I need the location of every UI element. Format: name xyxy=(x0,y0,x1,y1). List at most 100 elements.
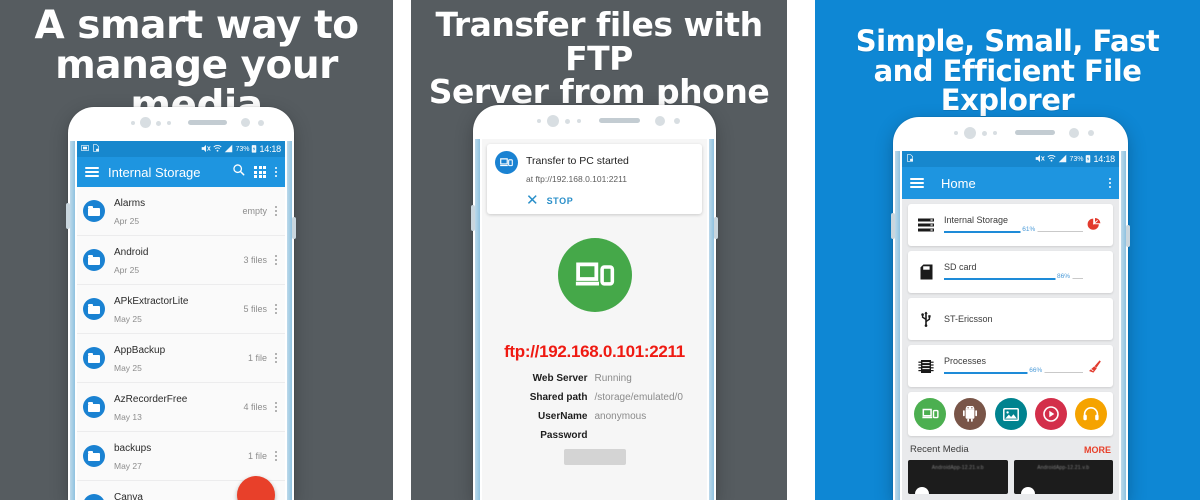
phone-screen-1: 73% 14:18 Internal Storage Alarms Apr 25… xyxy=(77,141,285,500)
pie-chart-icon[interactable] xyxy=(1083,218,1105,232)
storage-info: ST-Ericsson xyxy=(944,314,1083,324)
file-name: Alarms xyxy=(114,198,146,209)
folder-icon xyxy=(83,347,105,369)
detail-key: Web Server xyxy=(532,373,588,384)
quick-action-audio[interactable] xyxy=(1075,398,1107,430)
volume-button[interactable] xyxy=(471,205,475,231)
table-row[interactable]: Alarms Apr 25 empty xyxy=(77,187,285,236)
search-icon[interactable] xyxy=(232,163,245,181)
mute-icon xyxy=(201,144,212,155)
file-date: May 25 xyxy=(114,363,142,373)
file-count: 5 files xyxy=(243,304,267,314)
front-camera xyxy=(964,127,976,139)
file-count: empty xyxy=(242,206,267,216)
headline-line-1: Transfer files with FTP xyxy=(435,5,763,78)
file-count: 4 files xyxy=(243,402,267,412)
row-overflow-icon[interactable] xyxy=(275,255,277,265)
kebab-menu-icon[interactable] xyxy=(1109,178,1111,188)
media-thumbnail[interactable]: AndroidApp-12.21.v.b xyxy=(1013,460,1113,494)
recent-media-header: Recent Media MORE xyxy=(908,442,1113,460)
phone-top-bezel xyxy=(893,117,1128,151)
row-overflow-icon[interactable] xyxy=(275,304,277,314)
storage-info: Processes 66% xyxy=(944,356,1083,376)
storage-list-icon xyxy=(916,218,936,232)
table-row[interactable]: APkExtractorLite May 25 5 files xyxy=(77,285,285,334)
file-name: AppBackup xyxy=(114,345,166,356)
hamburger-icon[interactable] xyxy=(85,167,99,177)
stop-button[interactable]: ✕ STOP xyxy=(526,193,694,208)
storage-info: SD card 86% xyxy=(944,262,1083,282)
kebab-menu-icon[interactable] xyxy=(275,167,277,177)
signal-icon xyxy=(224,144,233,155)
promo-panel-home: Simple, Small, Fast and Efficient File E… xyxy=(815,0,1200,500)
file-count: 1 file xyxy=(247,451,267,461)
file-transfer-icon xyxy=(906,154,914,164)
usage-percent: 61% xyxy=(1020,226,1038,233)
quick-action-images[interactable] xyxy=(994,398,1027,430)
file-date: May 25 xyxy=(114,314,142,324)
bar-fill xyxy=(944,231,1029,233)
file-name: APkExtractorLite xyxy=(114,296,189,307)
table-row[interactable]: backups May 27 1 file xyxy=(77,432,285,481)
file-info: backups May 27 xyxy=(114,438,248,474)
list-item[interactable]: Processes 66% xyxy=(908,345,1113,387)
status-right-icons: 73% 14:18 xyxy=(1035,154,1115,165)
table-row[interactable]: AzRecorderFree May 13 4 files xyxy=(77,383,285,432)
thumbnail-badge xyxy=(1020,487,1035,494)
row-overflow-icon[interactable] xyxy=(275,402,277,412)
usage-bar: 86% xyxy=(944,273,1083,282)
volume-button[interactable] xyxy=(891,213,895,239)
table-row[interactable]: AppBackup May 25 1 file xyxy=(77,334,285,383)
volume-button[interactable] xyxy=(66,203,70,229)
sensor-dot xyxy=(131,121,135,125)
sensor-dot xyxy=(1088,130,1094,136)
row-overflow-icon[interactable] xyxy=(275,451,277,461)
sensor-dot xyxy=(537,119,541,123)
detail-row: Password xyxy=(488,430,701,441)
row-overflow-icon[interactable] xyxy=(275,206,277,216)
stop-label: STOP xyxy=(546,195,574,206)
status-time: 14:18 xyxy=(1093,154,1115,164)
front-camera xyxy=(140,117,151,128)
ftp-details: Web Server Running Shared path /storage/… xyxy=(488,373,701,441)
phone-screen-2: Transfer to PC started at ftp://192.168.… xyxy=(482,139,707,500)
list-item[interactable]: Internal Storage 61% xyxy=(908,204,1113,246)
storage-info: Internal Storage 61% xyxy=(944,215,1083,235)
detail-value: /storage/emulated/0 xyxy=(594,392,683,403)
list-item[interactable]: ST-Ericsson xyxy=(908,298,1113,340)
media-thumbnail[interactable]: AndroidApp-12.21.v.b xyxy=(908,460,1008,494)
detail-key: Password xyxy=(540,430,588,441)
quick-action-videos[interactable] xyxy=(1034,398,1067,430)
notification-card[interactable]: Transfer to PC started at ftp://192.168.… xyxy=(487,144,702,214)
home-body: Internal Storage 61% SD card 86% ST-Eric… xyxy=(902,199,1119,494)
grid-view-icon[interactable] xyxy=(254,166,266,178)
file-info: AzRecorderFree May 13 xyxy=(114,389,243,425)
storage-label: Processes xyxy=(944,356,987,366)
panel-3-headline: Simple, Small, Fast and Efficient File E… xyxy=(815,26,1200,116)
power-button[interactable] xyxy=(714,217,718,239)
detail-row: UserName anonymous xyxy=(488,411,701,422)
table-row[interactable]: Android Apr 25 3 files xyxy=(77,236,285,285)
power-button[interactable] xyxy=(1126,225,1130,247)
broom-clean-icon[interactable] xyxy=(1083,359,1105,374)
quick-action-transfer-to-pc[interactable] xyxy=(914,398,946,430)
quick-action-apps[interactable] xyxy=(954,398,987,430)
hamburger-icon[interactable] xyxy=(910,178,924,188)
wifi-icon xyxy=(213,144,223,155)
file-list[interactable]: Alarms Apr 25 empty Android Apr 25 3 fil… xyxy=(77,187,285,500)
app-bar: Home xyxy=(902,167,1119,199)
usage-percent: 86% xyxy=(1055,273,1073,280)
file-info: APkExtractorLite May 25 xyxy=(114,291,243,327)
recent-media-thumbnails: AndroidApp-12.21.v.b AndroidApp-12.21.v.… xyxy=(908,460,1113,494)
list-item[interactable]: SD card 86% xyxy=(908,251,1113,293)
folder-icon xyxy=(83,200,105,222)
transfer-toggle-button[interactable] xyxy=(557,238,632,312)
row-overflow-icon[interactable] xyxy=(275,353,277,363)
file-date: Apr 25 xyxy=(114,216,140,226)
more-link[interactable]: MORE xyxy=(1084,445,1111,455)
detail-value: anonymous xyxy=(594,411,647,422)
settings-button[interactable] xyxy=(563,449,626,465)
file-count: 3 files xyxy=(243,255,267,265)
phone-rim-left xyxy=(895,151,900,500)
power-button[interactable] xyxy=(292,217,296,239)
